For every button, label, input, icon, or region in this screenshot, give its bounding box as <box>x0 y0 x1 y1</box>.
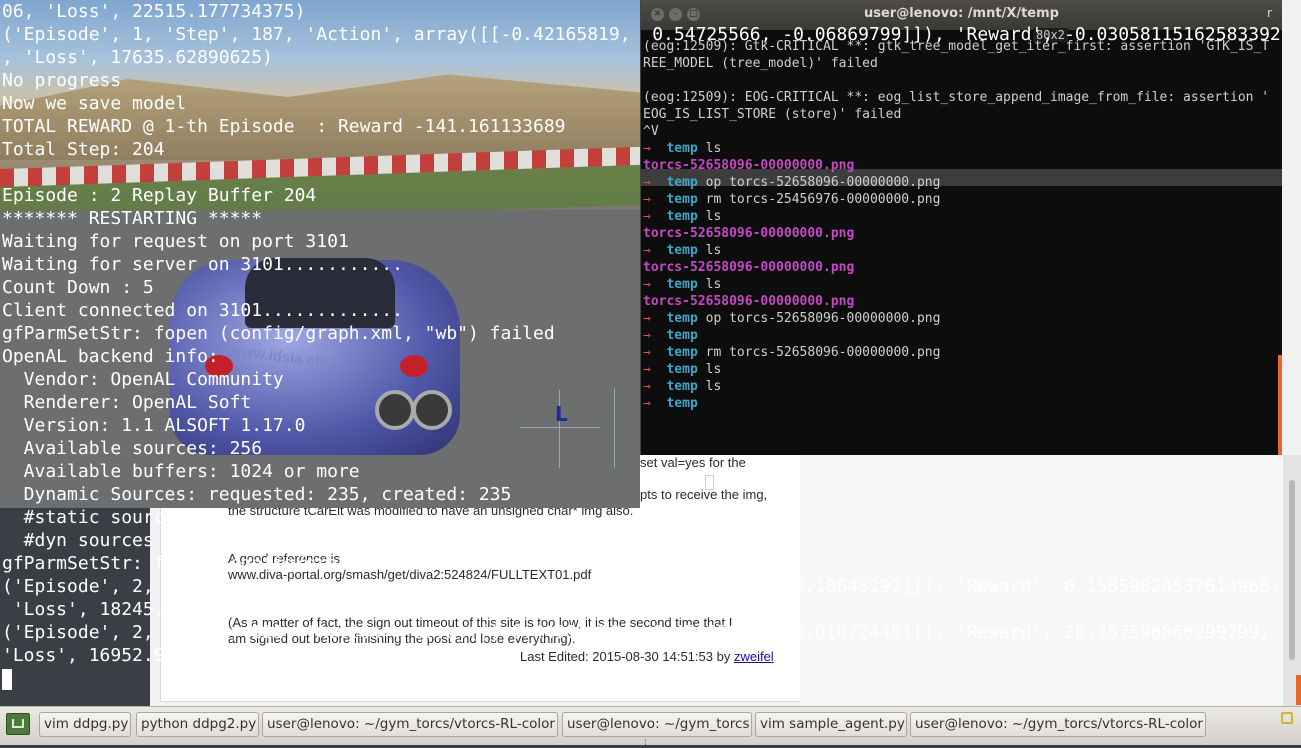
console-line: TOTAL REWARD @ 1-th Episode : Reward -14… <box>2 116 566 137</box>
console-output[interactable]: 06, 'Loss', 22515.177734375) ('Episode', … <box>0 0 1301 706</box>
taskbar-item-vim-sample-agent[interactable]: vim sample_agent.py <box>755 712 907 737</box>
taskbar-item-python-ddpg2[interactable]: python ddpg2.py <box>136 712 259 737</box>
console-line: OpenAL backend info: <box>2 346 219 367</box>
console-line: gfParmSetStr: fopen (config/graph.xml, "… <box>2 553 555 574</box>
console-line: Count Down : 5 <box>2 277 154 298</box>
console-line: 'Loss', 18245.17578125) <box>2 599 263 620</box>
console-line: ('Episode', 1, 'Step', 187, 'Action', ar… <box>2 24 1281 45</box>
taskbar-handle-icon: ⁞ <box>644 738 647 748</box>
console-line: Episode : 2 Replay Buffer 204 <box>2 185 317 206</box>
taskbar-item-terminal-vtorcs-2[interactable]: user@lenovo: ~/gym_torcs/vtorcs-RL-color <box>910 712 1206 737</box>
console-line: Now we save model <box>2 93 187 114</box>
show-desktop-icon[interactable] <box>6 713 30 735</box>
taskbar-item-vim-ddpg[interactable]: vim ddpg.py <box>39 712 131 737</box>
console-line: Available sources: 256 <box>2 438 263 459</box>
console-line: #static sources: 21 <box>2 507 230 528</box>
console-line: Total Step: 204 <box>2 139 165 160</box>
console-line: Client connected on 3101............. <box>2 300 403 321</box>
taskbar: vim ddpg.py python ddpg2.py user@lenovo:… <box>0 706 1301 748</box>
console-line: Version: 1.1 ALSOFT 1.17.0 <box>2 415 306 436</box>
console-line: 'Loss', 16952.9609375) <box>2 645 241 666</box>
console-line: Waiting for request on port 3101 <box>2 231 349 252</box>
console-line: No progress <box>2 70 122 91</box>
console-line: Dynamic Sources: requested: 235, created… <box>2 484 512 505</box>
console-line: #dyn sources : 235 <box>2 530 241 551</box>
console-line: ('Episode', 2, 'Step', 221, 'Action', ar… <box>2 622 1270 643</box>
console-line: Waiting for server on 3101........... <box>2 254 403 275</box>
taskbar-item-terminal-gym-torcs[interactable]: user@lenovo: ~/gym_torcs <box>562 712 752 737</box>
console-cursor <box>2 669 12 690</box>
console-line: , 'Loss', 17635.62890625) <box>2 47 273 68</box>
console-line: Renderer: OpenAL Soft <box>2 392 252 413</box>
console-line: ('Episode', 2, 'Step', 204, 'Action', ar… <box>2 576 1281 597</box>
console-line: Available buffers: 1024 or more <box>2 461 360 482</box>
console-line: ******* RESTARTING ***** <box>2 208 263 229</box>
console-line: gfParmSetStr: fopen (config/graph.xml, "… <box>2 323 555 344</box>
notification-tray-icon[interactable] <box>1281 712 1293 724</box>
taskbar-item-terminal-vtorcs[interactable]: user@lenovo: ~/gym_torcs/vtorcs-RL-color <box>262 712 558 737</box>
console-line: Vendor: OpenAL Community <box>2 369 284 390</box>
console-line: 06, 'Loss', 22515.177734375) <box>2 1 306 22</box>
